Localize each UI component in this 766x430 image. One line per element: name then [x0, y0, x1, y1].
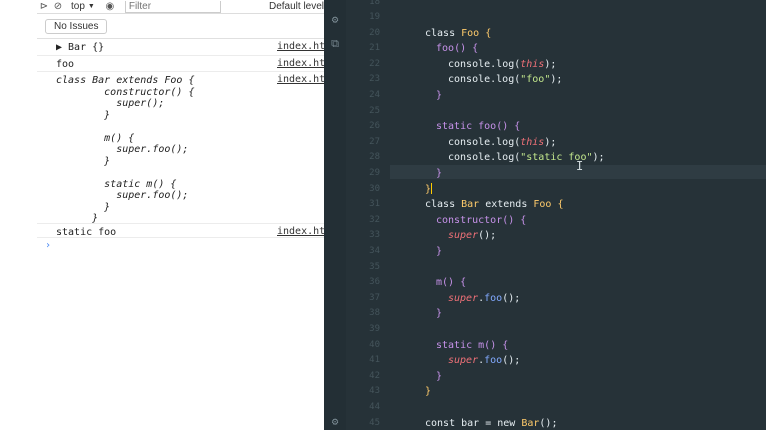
line-number: 19: [369, 12, 380, 22]
console-message[interactable]: class Bar extends Foo { constructor() { …: [37, 72, 324, 224]
ibeam-cursor-icon: I: [576, 159, 584, 173]
line-number: 41: [369, 355, 380, 366]
console-message-line: }: [56, 155, 111, 167]
line-number: 37: [369, 292, 380, 303]
filter-input[interactable]: [124, 0, 221, 13]
line-number: 27: [369, 136, 380, 147]
line-number: 34: [369, 246, 380, 256]
line-number: 22: [369, 58, 380, 69]
source-link[interactable]: index.html: [277, 226, 324, 237]
console-messages: ▶ Bar {}index.htmlfooindex.htmlclass Bar…: [37, 39, 324, 238]
line-number: 28: [369, 152, 380, 163]
line-number: 18: [369, 0, 380, 7]
line-number: 21: [369, 43, 380, 54]
line-number: 35: [369, 261, 380, 272]
line-number: 44: [369, 402, 380, 412]
line-number: 20: [369, 27, 380, 38]
console-message-line: constructor() {: [56, 86, 195, 98]
issues-row: No Issues: [37, 14, 324, 39]
console-message-line: super.foo();: [56, 144, 189, 155]
console-message-line: super.foo();: [56, 190, 189, 201]
console-message-line: }: [56, 201, 111, 213]
line-number: 33: [369, 230, 380, 241]
line-number: 30: [369, 183, 380, 194]
line-number: 36: [369, 277, 380, 288]
line-number: 45: [369, 417, 380, 428]
line-number: 40: [369, 339, 380, 350]
line-number: 31: [369, 199, 380, 210]
console-message-line: super();: [56, 98, 165, 109]
console-message[interactable]: ▶ Bar {}index.html: [37, 39, 324, 56]
line-number: 25: [369, 105, 380, 116]
line-number: 43: [369, 386, 380, 397]
source-link[interactable]: index.html: [277, 74, 324, 85]
no-issues-button[interactable]: No Issues: [45, 18, 108, 34]
clear-console-icon[interactable]: ⊘: [51, 0, 65, 13]
line-number: 26: [369, 121, 380, 132]
console-message[interactable]: static fooindex.html: [37, 224, 324, 238]
console-message-line: }: [56, 213, 99, 224]
source-link[interactable]: index.html: [277, 41, 324, 52]
default-levels-dropdown[interactable]: Default levels: [269, 1, 324, 12]
line-number: 42: [369, 370, 380, 381]
console-message-line: m() {: [56, 132, 135, 144]
line-number: 38: [369, 308, 380, 319]
left-gutter: [0, 0, 38, 430]
console-message-line: [56, 167, 324, 179]
source-link[interactable]: index.html: [277, 58, 324, 69]
console-message[interactable]: fooindex.html: [37, 56, 324, 72]
console-message-line: [56, 121, 324, 133]
line-number: 39: [369, 324, 380, 334]
chevron-down-icon: ▼: [87, 3, 95, 10]
context-label: top: [71, 1, 85, 12]
eye-icon[interactable]: ◉: [103, 0, 117, 13]
line-number: 23: [369, 74, 380, 85]
line-number: 24: [369, 90, 380, 100]
context-selector[interactable]: top ▼: [71, 1, 95, 12]
line-number: 29: [369, 168, 380, 178]
devtools-console-panel: ⊳ ⊘ top ▼ ◉ Default levels No Issues ▶ B…: [37, 0, 324, 430]
sidebar-toggle-icon[interactable]: ⊳: [37, 0, 51, 13]
console-toolbar: ⊳ ⊘ top ▼ ◉ Default levels: [37, 0, 324, 14]
console-message-line: }: [56, 109, 111, 121]
console-prompt[interactable]: ›: [45, 240, 51, 251]
code-editor[interactable]: ⚙ ⧉ ⚙ 18 19 class Foo { 20 foo() { 21 co…: [324, 0, 766, 430]
console-message-line: static m() {: [56, 178, 177, 190]
line-number: 32: [369, 214, 380, 225]
